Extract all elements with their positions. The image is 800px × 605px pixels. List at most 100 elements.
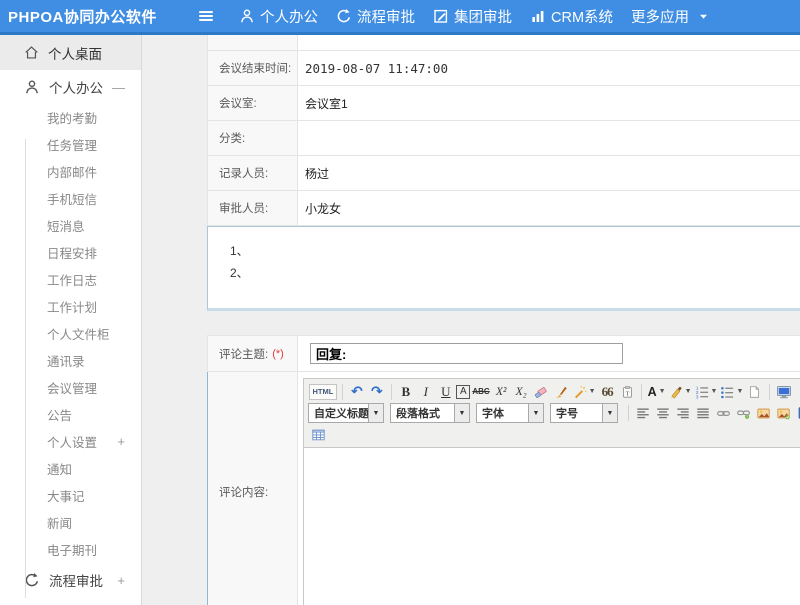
expand-plus-icon[interactable]: + [117,435,125,448]
sidebar-item-workflow-approval[interactable]: 流程审批 + [0,563,141,597]
sidebar-item-announcement[interactable]: 公告 [0,401,141,428]
caret-down-icon[interactable]: ▼ [711,388,718,395]
field-value: 会议室1 [298,86,800,120]
blockquote-button[interactable]: 66 [598,382,617,401]
table-row: 会议室:会议室1 [208,86,800,121]
font-size-select[interactable]: 字号▼ [550,403,618,423]
edit-square-icon [433,8,449,24]
field-label [208,35,298,50]
caret-down-icon[interactable]: ▼ [736,388,743,395]
unordered-list-button[interactable]: ▼ [719,382,744,401]
image-icon [756,407,771,420]
sidebar-item-label: 日程安排 [47,243,97,262]
underline-button[interactable]: U [436,382,455,401]
sidebar-item-mobile-sms[interactable]: 手机短信 [0,185,141,212]
field-label: 会议结束时间: [208,51,298,85]
caret-down-icon[interactable]: ▼ [659,388,666,395]
dropdown-selected-value: 段落格式 [391,405,454,421]
comment-subject-input[interactable] [310,343,623,364]
font-family-select[interactable]: 字体▼ [476,403,544,423]
remove-link-button[interactable]: ? [734,404,753,423]
sidebar-item-notice[interactable]: 通知 [0,455,141,482]
nav-item-more-apps[interactable]: 更多应用 [631,6,709,27]
sidebar-item-label: 内部邮件 [47,162,97,181]
ordered-list-icon: 123 [695,385,709,399]
sidebar-item-personal-office[interactable]: 个人办公 — [0,70,141,104]
nav-item-group-approval[interactable]: 集团审批 [433,6,512,27]
bold-button[interactable]: B [396,382,415,401]
app-logo[interactable]: PHPOA协同办公软件 [8,6,197,27]
align-center-button[interactable] [654,404,673,423]
sidebar-item-work-log[interactable]: 工作日志 [0,266,141,293]
sidebar-item-short-message[interactable]: 短消息 [0,212,141,239]
new-document-button[interactable] [745,382,764,401]
insert-media-button[interactable] [794,404,800,423]
sidebar-item-label: 公告 [47,405,72,424]
clipboard-icon: T [621,385,634,399]
font-background-button[interactable]: A [456,385,470,399]
dropdown-caret-icon[interactable]: ▼ [454,404,469,422]
sidebar-item-label: 电子期刊 [47,540,97,559]
heading-style-select[interactable]: 自定义标题▼ [308,403,384,423]
autotypeset-button[interactable]: ▼ [572,382,597,401]
sidebar-item-contacts[interactable]: 通讯录 [0,347,141,374]
strikethrough-button[interactable]: ABC [471,382,490,401]
sidebar-item-task-management[interactable]: 任务管理 [0,131,141,158]
format-brush-button[interactable] [552,382,571,401]
superscript-button[interactable]: X² [492,382,511,401]
sidebar-item-schedule[interactable]: 日程安排 [0,239,141,266]
paste-button[interactable]: T [618,382,637,401]
undo-button[interactable]: ↶ [347,382,366,401]
sidebar-item-internal-mail[interactable]: 内部邮件 [0,158,141,185]
sidebar-item-personal-settings[interactable]: 个人设置+ [0,428,141,455]
table-row: 审批人员:小龙女 [208,191,800,226]
sidebar-item-meeting-management[interactable]: 会议管理 [0,374,141,401]
sidebar-item-memorabilia[interactable]: 大事记 [0,482,141,509]
dropdown-caret-icon[interactable]: ▼ [528,404,543,422]
caret-down-icon[interactable]: ▼ [589,388,596,395]
sidebar-item-personal-desktop[interactable]: 个人桌面 [0,35,141,70]
nav-item-personal-office[interactable]: 个人办公 [239,6,318,27]
sidebar-item-label: 流程审批 [49,570,103,590]
image-manager-button[interactable] [774,404,793,423]
table-icon [311,428,326,442]
align-left-button[interactable] [634,404,653,423]
align-right-button[interactable] [674,404,693,423]
magic-wand-icon [573,385,587,399]
field-value [298,35,800,50]
sidebar-item-my-attendance[interactable]: 我的考勤 [0,104,141,131]
ordered-list-button[interactable]: 123▼ [694,382,719,401]
sidebar-item-personal-file-cabinet[interactable]: 个人文件柜 [0,320,141,347]
subscript-button[interactable]: X₂ [512,382,531,401]
dropdown-caret-icon[interactable]: ▼ [368,404,383,422]
sidebar-item-work-plan[interactable]: 工作计划 [0,293,141,320]
insert-link-button[interactable] [714,404,733,423]
main-nav: 个人办公流程审批集团审批 CRM系统更多应用 [239,6,709,27]
editor-content-area[interactable] [304,448,800,605]
sidebar-item-label: 个人桌面 [48,43,102,63]
expand-plus-icon[interactable]: + [117,574,125,587]
caret-down-icon[interactable]: ▼ [685,388,692,395]
insert-image-button[interactable] [754,404,773,423]
fullscreen-button[interactable] [774,382,793,401]
sidebar-item-news[interactable]: 新闻 [0,509,141,536]
sidebar-item-e-journal[interactable]: 电子期刊 [0,536,141,563]
collapse-minus-icon[interactable]: — [112,81,125,94]
redo-button[interactable]: ↷ [367,382,386,401]
monitor-icon [776,385,792,399]
nav-item-crm-system[interactable]: CRM系统 [530,6,613,27]
sidebar-item-label: 个人办公 [49,77,103,97]
sidebar-toggle-button[interactable] [197,7,217,25]
eraser-button[interactable] [532,382,551,401]
italic-button[interactable]: I [416,382,435,401]
align-justify-button[interactable] [694,404,713,423]
paragraph-format-select[interactable]: 段落格式▼ [390,403,470,423]
toolbar-separator [628,405,629,421]
user-icon [239,8,255,24]
insert-table-button[interactable] [309,425,328,444]
highlight-button[interactable]: ▼ [668,382,693,401]
nav-item-workflow-approval[interactable]: 流程审批 [336,6,415,27]
html-source-button[interactable]: HTML [309,384,338,400]
font-color-button[interactable]: A▼ [647,382,667,401]
dropdown-caret-icon[interactable]: ▼ [602,404,617,422]
